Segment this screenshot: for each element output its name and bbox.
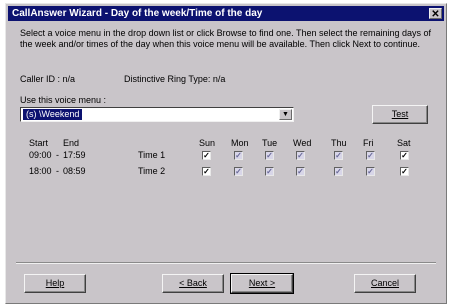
day-header-fri: Fri [363, 138, 374, 148]
chevron-down-icon[interactable]: ▼ [279, 109, 292, 120]
back-button[interactable]: < Back [162, 274, 224, 293]
close-icon[interactable]: ✕ [429, 8, 442, 20]
day-header-sat: Sat [397, 138, 411, 148]
day-checkbox-mon[interactable]: ✓ [234, 151, 243, 160]
day-checkbox-fri[interactable]: ✓ [366, 151, 375, 160]
title-bar: CallAnswer Wizard - Day of the week/Time… [8, 6, 444, 21]
row-dash: - [56, 166, 59, 176]
day-checkbox-sun[interactable]: ✓ [202, 167, 211, 176]
day-checkbox-thu[interactable]: ✓ [334, 167, 343, 176]
day-checkbox-wed[interactable]: ✓ [296, 151, 305, 160]
day-header-thu: Thu [331, 138, 347, 148]
test-button[interactable]: Test [372, 105, 428, 124]
day-checkbox-sat[interactable]: ✓ [400, 151, 409, 160]
day-checkbox-wed[interactable]: ✓ [296, 167, 305, 176]
help-button[interactable]: Help [24, 274, 86, 293]
row-time-label: Time 1 [138, 150, 166, 160]
row-start-time: 09:00 [29, 150, 52, 160]
day-checkbox-mon[interactable]: ✓ [234, 167, 243, 176]
start-header: Start [29, 138, 49, 148]
day-checkbox-tue[interactable]: ✓ [265, 167, 274, 176]
day-header-sun: Sun [199, 138, 216, 148]
voice-menu-dropdown[interactable]: (s) \Weekend ▼ [20, 107, 294, 122]
window-title: CallAnswer Wizard - Day of the week/Time… [12, 8, 263, 19]
voice-menu-value: (s) \Weekend [23, 109, 83, 120]
instructions-text: Select a voice menu in the drop down lis… [20, 28, 432, 49]
day-header-wed: Wed [293, 138, 312, 148]
row-end-time: 08:59 [63, 166, 86, 176]
day-checkbox-tue[interactable]: ✓ [265, 151, 274, 160]
day-header-tue: Tue [262, 138, 278, 148]
row-end-time: 17:59 [63, 150, 86, 160]
day-header-mon: Mon [231, 138, 249, 148]
day-checkbox-thu[interactable]: ✓ [334, 151, 343, 160]
row-dash: - [56, 150, 59, 160]
row-start-time: 18:00 [29, 166, 52, 176]
voice-menu-label: Use this voice menu : [20, 95, 107, 105]
caller-id-label: Caller ID : n/a [20, 74, 76, 84]
wizard-window: CallAnswer Wizard - Day of the week/Time… [5, 3, 447, 304]
day-checkbox-sat[interactable]: ✓ [400, 167, 409, 176]
day-checkbox-fri[interactable]: ✓ [366, 167, 375, 176]
day-checkbox-sun[interactable]: ✓ [202, 151, 211, 160]
cancel-button[interactable]: Cancel [354, 274, 416, 293]
next-button[interactable]: Next > [230, 273, 294, 294]
end-header: End [63, 138, 80, 148]
ring-type-label: Distinctive Ring Type: n/a [124, 74, 226, 84]
divider [16, 262, 436, 264]
row-time-label: Time 2 [138, 166, 166, 176]
